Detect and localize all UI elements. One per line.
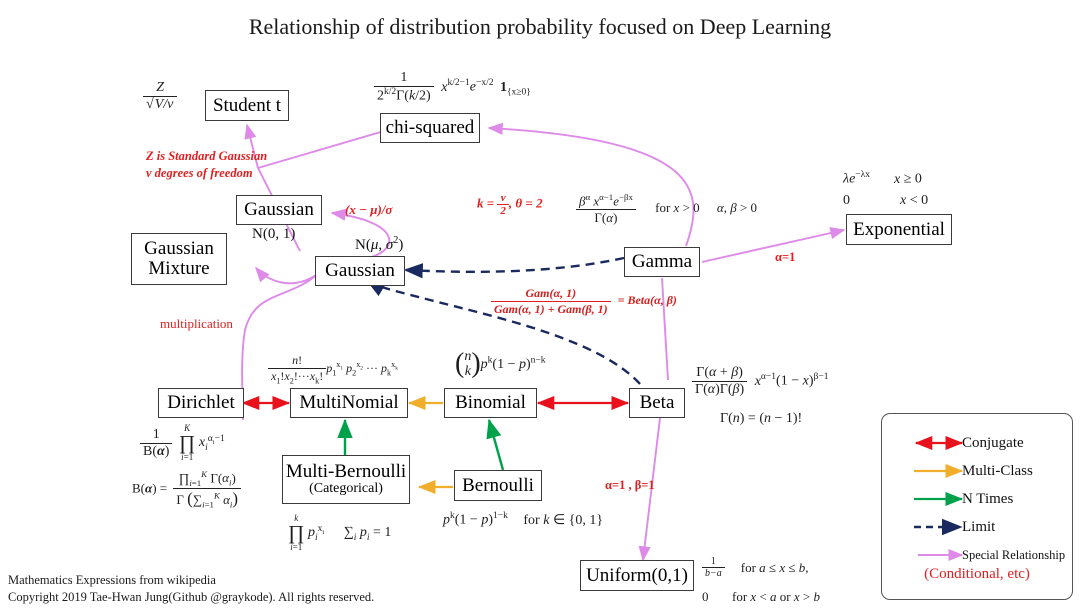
legend-conditional-note: (Conditional, etc): [924, 566, 1030, 582]
node-label: Gamma: [631, 251, 693, 273]
node-multinomial[interactable]: MultiNomial: [290, 388, 408, 418]
uniform-pdf-line-1: 1 b−a for a ≤ x ≤ b,: [702, 556, 820, 579]
annotation-k-theta: k = v2, θ = 2: [477, 192, 543, 217]
node-exponential[interactable]: Exponential: [846, 214, 952, 245]
node-label: Binomial: [455, 392, 526, 414]
annotation-student-t-note: Z is Standard Gaussian v degrees of free…: [146, 148, 267, 182]
formula-binomial-pmf: (n k)pk(1 − p)n−k: [455, 348, 546, 380]
node-label: Exponential: [853, 218, 945, 240]
formula-gamma-factorial: Γ(n) = (n − 1)!: [720, 411, 803, 426]
node-dirichlet[interactable]: Dirichlet: [158, 388, 244, 418]
exp-pdf-line-2: 0x < 0: [843, 192, 929, 208]
legend-swatch-limit: [914, 518, 963, 536]
legend-label: N Times: [962, 490, 1014, 507]
formula-uniform-pdf: 1 b−a for a ≤ x ≤ b, 0 for x < a or x > b: [702, 556, 820, 605]
formula-beta-function: B(α) = ∏i=1K Γ(αi) Γ (∑i=1K αi): [132, 469, 242, 510]
legend-item-limit: Limit: [896, 516, 995, 538]
footer-line-2: Copyright 2019 Tae-Hwan Jung(Github @gra…: [8, 590, 375, 604]
footer-line-1: Mathematics Expressions from wikipedia: [8, 573, 216, 587]
node-student-t[interactable]: Student t: [205, 90, 289, 121]
legend-swatch-n-times: [914, 491, 964, 507]
node-label: Gaussian: [325, 260, 395, 282]
node-chi-squared[interactable]: chi-squared: [380, 113, 480, 143]
diagram-canvas: Relationship of distribution probability…: [0, 0, 1080, 610]
formula-student-t: Z √V/ν: [143, 80, 178, 113]
legend-item-n-times: N Times: [896, 488, 1013, 510]
formula-gamma-beta-identity: Gam(α, 1) Gam(α, 1) + Gam(β, 1) = Beta(α,…: [491, 286, 677, 317]
legend-swatch-multi-class: [914, 463, 964, 479]
node-gamma[interactable]: Gamma: [624, 247, 700, 277]
legend-swatch-conjugate: [914, 435, 964, 451]
formula-gamma-pdf: βα xα−1e−βx Γ(α) for x > 0 α, β > 0: [576, 192, 757, 226]
legend-item-conjugate: Conjugate: [896, 432, 1024, 454]
node-label: Uniform(0,1): [586, 564, 688, 586]
node-binomial[interactable]: Binomial: [444, 388, 537, 418]
legend-item-special-relationship: Special Relationship: [896, 544, 1065, 566]
node-label: Dirichlet: [167, 392, 235, 414]
node-uniform[interactable]: Uniform(0,1): [580, 560, 694, 591]
node-bernoulli[interactable]: Bernoulli: [454, 470, 542, 501]
annotation-alpha-beta-1: α=1 , β=1: [605, 478, 655, 492]
exp-pdf-line-1: λe−λx x ≥ 0: [843, 170, 922, 187]
node-label: Beta: [639, 392, 675, 414]
legend-label: Special Relationship: [962, 547, 1066, 562]
node-beta[interactable]: Beta: [629, 388, 685, 418]
formula-categorical-pmf: k ∏ i=1 pixi ∑i pi = 1: [288, 513, 392, 552]
node-label: Bernoulli: [462, 474, 534, 496]
page-title: Relationship of distribution probability…: [248, 14, 832, 39]
formula-bernoulli-pmf: pk(1 − p)1−k for k ∈ {0, 1}: [443, 511, 604, 528]
node-gaussian-mixture[interactable]: Gaussian Mixture: [131, 233, 227, 285]
note-line-1: Z is Standard Gaussian: [146, 149, 268, 163]
annotation-multiplication: multiplication: [160, 316, 233, 331]
formula-exponential-pdf: λe−λx x ≥ 0 0x < 0: [843, 168, 928, 211]
node-label: MultiNomial: [299, 392, 399, 414]
node-gaussian[interactable]: Gaussian: [315, 256, 405, 286]
formula-dirichlet-pdf: 1 B(α) K ∏ i=1 xiαi−1: [140, 424, 225, 462]
node-label: Gaussian: [244, 199, 314, 221]
legend-label: Conjugate: [962, 434, 1024, 451]
note-line-2: v degrees of freedom: [146, 165, 253, 180]
formula-chi-squared-pdf: 1 2k/2Γ(k/2) xk/2−1e−x/2 1{x≥0}: [374, 70, 531, 105]
node-label-line2: Mixture: [148, 258, 210, 279]
annotation-alpha-equals-1: α=1: [775, 250, 796, 264]
node-label-line1: Gaussian: [144, 238, 214, 260]
label-n-mu-sigma: N(μ, σ2): [355, 235, 404, 253]
formula-multinomial-pmf: n! x1!x2!···xk! p1x1 p2x2 ··· pkxk: [268, 353, 398, 385]
node-multi-bernoulli[interactable]: Multi-Bernoulli (Categorical): [282, 455, 410, 504]
legend-box: Conjugate Multi-Class N Times Limit Spec…: [881, 413, 1073, 600]
uniform-pdf-line-2: 0 for x < a or x > b: [702, 589, 821, 604]
legend-swatch-special: [918, 548, 964, 562]
label-n01: N(0, 1): [252, 226, 296, 242]
node-label-line2: (Categorical): [309, 481, 383, 497]
annotation-standardize: (x − μ)/σ: [345, 202, 393, 217]
formula-beta-pdf: Γ(α + β) Γ(α)Γ(β) xα−1(1 − x)β−1: [692, 365, 828, 398]
node-label: chi-squared: [385, 117, 475, 139]
node-label-line1: Multi-Bernoulli: [285, 461, 407, 483]
legend-item-multi-class: Multi-Class: [896, 460, 1033, 482]
node-label: Student t: [212, 94, 282, 116]
legend-label: Multi-Class: [962, 462, 1033, 479]
node-gaussian-standard[interactable]: Gaussian: [236, 195, 322, 225]
